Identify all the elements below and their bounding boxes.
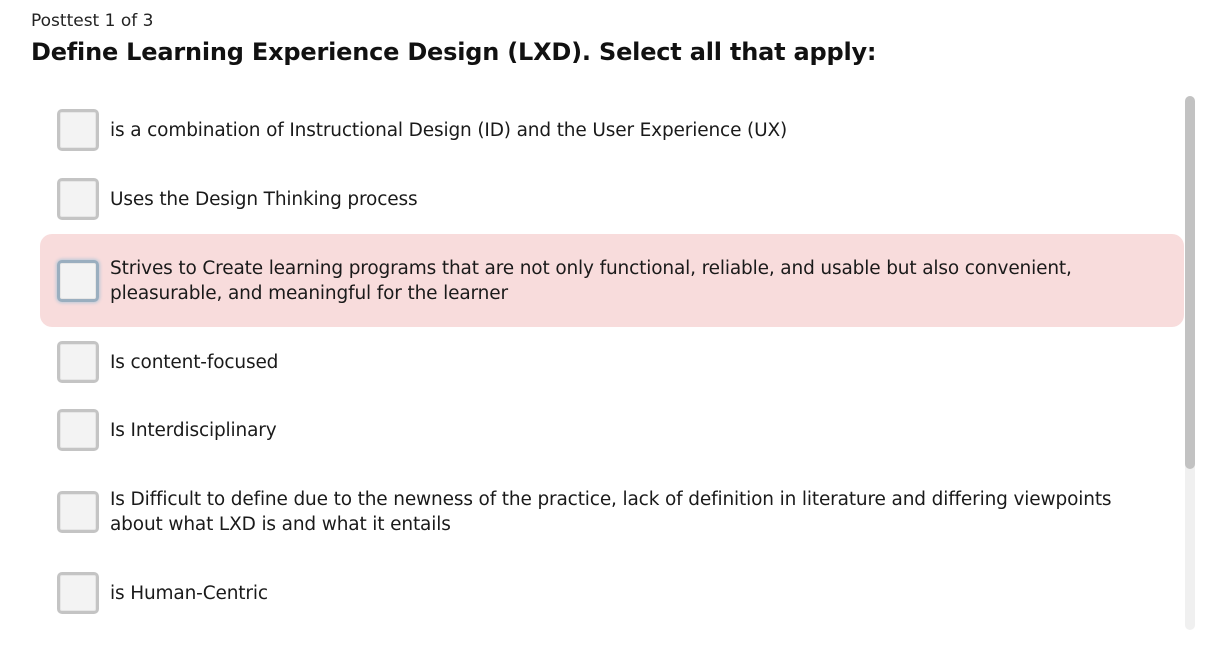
answer-option-2[interactable]: Uses the Design Thinking process xyxy=(40,173,1184,225)
answer-label-3[interactable]: Strives to Create learning programs that… xyxy=(110,256,1160,306)
answer-label-7[interactable]: is Human-Centric xyxy=(110,581,268,606)
answer-checkbox-4[interactable] xyxy=(57,341,99,383)
answer-label-2[interactable]: Uses the Design Thinking process xyxy=(110,187,418,212)
answer-option-1[interactable]: is a combination of Instructional Design… xyxy=(40,104,1184,156)
answer-checkbox-5[interactable] xyxy=(57,409,99,451)
answer-option-7[interactable]: is Human-Centric xyxy=(40,567,1184,619)
answer-checkbox-1[interactable] xyxy=(57,109,99,151)
answer-label-4[interactable]: Is content-focused xyxy=(110,350,278,375)
answer-checkbox-2[interactable] xyxy=(57,178,99,220)
answer-checkbox-7[interactable] xyxy=(57,572,99,614)
quiz-header: Posttest 1 of 3 Define Learning Experien… xyxy=(31,8,877,67)
answer-option-4[interactable]: Is content-focused xyxy=(40,336,1184,388)
answer-label-1[interactable]: is a combination of Instructional Design… xyxy=(110,118,787,143)
quiz-progress: Posttest 1 of 3 xyxy=(31,11,154,31)
scrollbar-thumb[interactable] xyxy=(1185,96,1195,469)
answer-checkbox-6[interactable] xyxy=(57,491,99,533)
answer-option-6[interactable]: Is Difficult to define due to the newnes… xyxy=(40,485,1184,539)
answer-options-list: is a combination of Instructional Design… xyxy=(40,96,1184,631)
answer-checkbox-3[interactable] xyxy=(57,259,99,302)
answer-option-3[interactable]: Strives to Create learning programs that… xyxy=(40,234,1184,327)
answer-label-5[interactable]: Is Interdisciplinary xyxy=(110,418,277,443)
answer-label-6[interactable]: Is Difficult to define due to the newnes… xyxy=(110,487,1150,537)
answer-option-5[interactable]: Is Interdisciplinary xyxy=(40,404,1184,456)
quiz-page: Posttest 1 of 3 Define Learning Experien… xyxy=(0,0,1211,656)
question-title: Define Learning Experience Design (LXD).… xyxy=(31,38,877,66)
options-scrollbar[interactable] xyxy=(1185,96,1195,630)
